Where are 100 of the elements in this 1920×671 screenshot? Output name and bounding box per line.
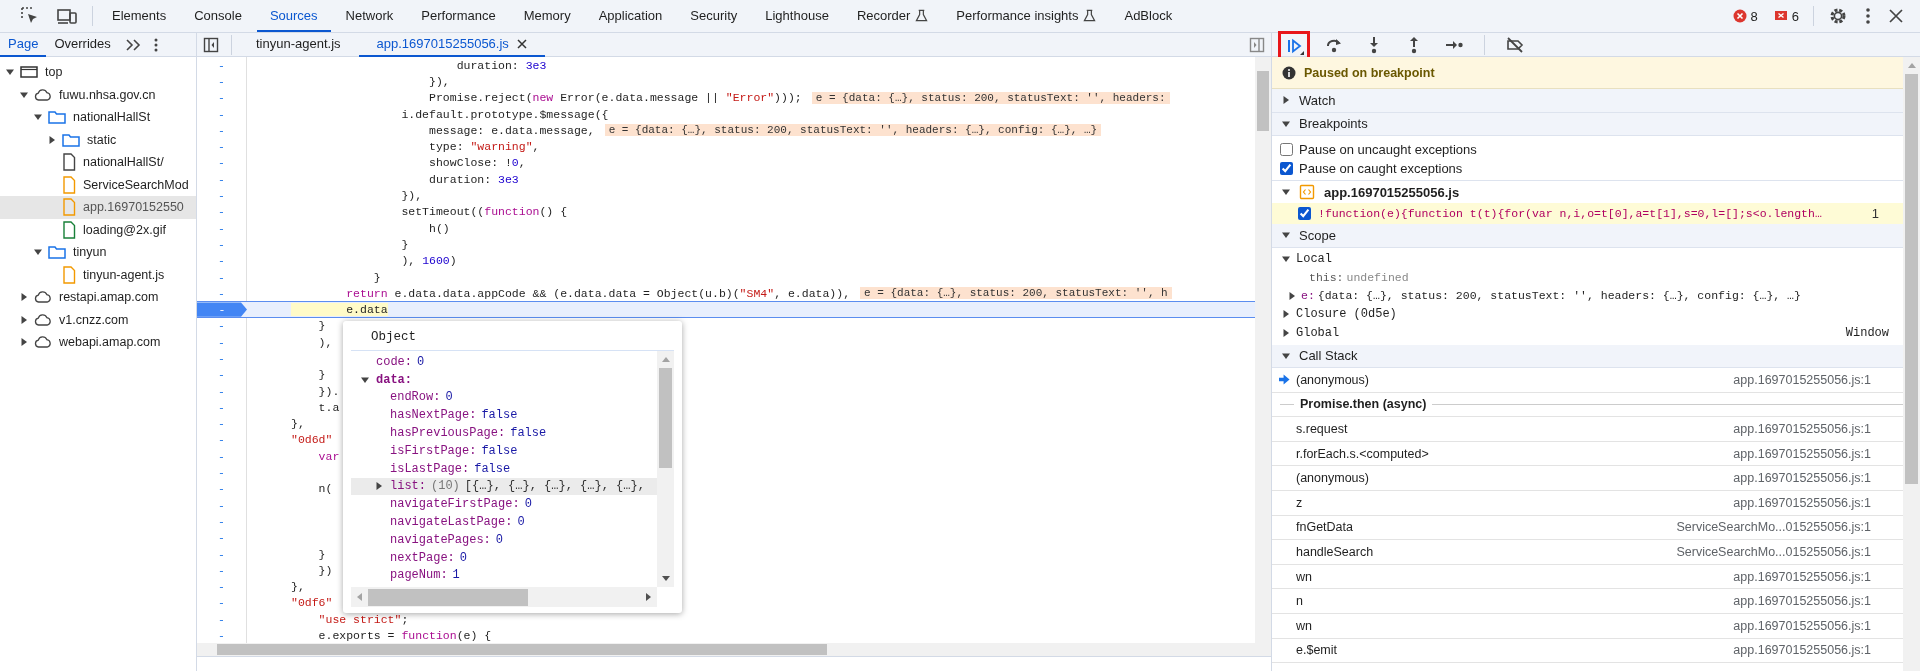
line-number[interactable]: -: [218, 303, 226, 317]
line-number[interactable]: -: [218, 270, 225, 284]
disclosure-triangle-icon[interactable]: [1282, 351, 1290, 360]
section-header[interactable]: Watch: [1272, 89, 1903, 113]
error-count[interactable]: 8: [1732, 8, 1758, 24]
frame-location[interactable]: app.1697015255056.js:1: [1733, 569, 1871, 584]
checkbox-label[interactable]: Pause on uncaught exceptions: [1299, 142, 1477, 157]
call-frame[interactable]: (anonymous) app.1697015255056.js:1: [1272, 466, 1903, 491]
tree-item[interactable]: top: [0, 61, 196, 84]
section-header[interactable]: Scope: [1272, 224, 1903, 248]
tree-item[interactable]: nationalHallSt/: [0, 151, 196, 174]
line-number[interactable]: -: [218, 286, 225, 300]
line-number[interactable]: -: [218, 221, 225, 235]
tree-item[interactable]: v1.cnzz.com: [0, 308, 196, 331]
disclosure-triangle-icon[interactable]: [1282, 188, 1290, 196]
line-number[interactable]: -: [218, 417, 225, 431]
tree-item[interactable]: fuwu.nhsa.gov.cn: [0, 83, 196, 106]
device-icon[interactable]: [56, 6, 78, 26]
tree-item[interactable]: loading@2x.gif: [0, 218, 196, 241]
chevrons-icon[interactable]: [124, 38, 141, 51]
disclosure-triangle-icon[interactable]: [1282, 329, 1290, 337]
disclosure-triangle-icon[interactable]: [6, 68, 14, 77]
line-number[interactable]: -: [218, 580, 225, 594]
call-frame[interactable]: wn app.1697015255056.js:1: [1272, 564, 1903, 590]
panel-tab[interactable]: Console: [181, 0, 255, 32]
call-frame[interactable]: z app.1697015255056.js:1: [1272, 490, 1903, 516]
frame-location[interactable]: app.1697015255056.js:1: [1733, 422, 1871, 436]
call-frame[interactable]: (anonymous) app.1697015255056.js:1: [1272, 368, 1903, 393]
disclosure-triangle-icon[interactable]: [20, 338, 28, 347]
tree-item[interactable]: tinyun: [0, 241, 196, 264]
line-number[interactable]: -: [218, 335, 225, 349]
tree-item[interactable]: static: [0, 128, 196, 151]
panel-tab[interactable]: Performance: [408, 0, 509, 32]
sidebar-toggle-icon[interactable]: [203, 36, 219, 53]
disclosure-triangle-icon[interactable]: [375, 482, 383, 491]
panel-tab[interactable]: Recorder: [843, 0, 942, 32]
line-number[interactable]: -: [218, 498, 225, 512]
line-number[interactable]: -: [218, 91, 225, 105]
line-number[interactable]: -: [218, 254, 225, 268]
panel-tab[interactable]: Elements: [99, 0, 180, 32]
file-tab[interactable]: tinyun-agent.js: [238, 32, 359, 57]
frame-location[interactable]: app.1697015255056.js:1: [1733, 495, 1871, 510]
line-number[interactable]: -: [218, 352, 225, 365]
line-number[interactable]: -: [218, 58, 225, 72]
panel-tab[interactable]: Memory: [510, 0, 584, 32]
line-number[interactable]: -: [218, 384, 225, 398]
scrollbar[interactable]: [197, 643, 1271, 656]
line-number[interactable]: -: [218, 531, 225, 545]
call-frame[interactable]: e.$emit app.1697015255056.js:1: [1272, 638, 1903, 664]
disclosure-triangle-icon[interactable]: [34, 248, 42, 257]
scope-row[interactable]: Closure (0d5e): [1272, 304, 1903, 324]
tree-item[interactable]: webapi.amap.com: [0, 331, 196, 354]
settings-icon[interactable]: [1828, 6, 1848, 26]
tree-item[interactable]: ServiceSearchMod: [0, 173, 196, 196]
tree-item[interactable]: app.16970152550: [0, 196, 196, 219]
frame-location[interactable]: ServiceSearchMo...015255056.js:1: [1676, 520, 1871, 535]
checkbox[interactable]: [1298, 207, 1311, 220]
panel-tab[interactable]: Application: [585, 0, 676, 32]
disclosure-triangle-icon[interactable]: [1288, 291, 1296, 300]
call-frame[interactable]: n app.1697015255056.js:1: [1272, 589, 1903, 614]
frame-location[interactable]: app.1697015255056.js:1: [1733, 471, 1871, 486]
frame-location[interactable]: app.1697015255056.js:1: [1733, 446, 1871, 461]
tree-item[interactable]: nationalHallSt: [0, 106, 196, 129]
disclosure-triangle-icon[interactable]: [361, 375, 369, 384]
frame-location[interactable]: app.1697015255056.js:1: [1733, 372, 1871, 387]
line-number[interactable]: -: [218, 319, 225, 333]
line-number[interactable]: -: [218, 449, 225, 463]
navigator-tab[interactable]: Page: [0, 32, 47, 57]
line-number[interactable]: -: [218, 596, 225, 610]
panel-tab[interactable]: Lighthouse: [752, 0, 842, 32]
call-frame[interactable]: r.forEach.s.<computed> app.1697015255056.js:1: [1272, 441, 1903, 467]
line-number[interactable]: -: [218, 612, 225, 626]
scope-row[interactable]: Global Window: [1272, 323, 1903, 343]
line-number[interactable]: -: [218, 123, 225, 137]
panel-tab[interactable]: Security: [677, 0, 751, 32]
disclosure-triangle-icon[interactable]: [1282, 310, 1290, 318]
checkbox-label[interactable]: Pause on caught exceptions: [1299, 161, 1463, 176]
line-number[interactable]: -: [218, 74, 225, 88]
panel-tab[interactable]: AdBlock: [1111, 0, 1186, 32]
call-frame[interactable]: s.request app.1697015255056.js:1: [1272, 417, 1903, 442]
line-number[interactable]: -: [218, 368, 225, 382]
line-number[interactable]: -: [218, 547, 225, 561]
issue-count[interactable]: 6: [1773, 8, 1799, 24]
disclosure-triangle-icon[interactable]: [20, 293, 28, 302]
line-number[interactable]: -: [218, 189, 225, 202]
section-header[interactable]: Breakpoints: [1272, 112, 1903, 136]
navigator-tab[interactable]: Overrides: [46, 32, 119, 57]
line-number[interactable]: -: [218, 107, 225, 121]
section-header[interactable]: Call Stack: [1272, 344, 1903, 368]
line-number[interactable]: -: [218, 140, 225, 154]
breakpoint-code[interactable]: !function(e){function t(t){for(var n,i,o=t[0],a=t[1],s=0,l=[];s<o.length…: [1318, 207, 1865, 220]
disclosure-triangle-icon[interactable]: [1282, 231, 1290, 240]
disclosure-triangle-icon[interactable]: [1282, 119, 1290, 128]
file-name[interactable]: app.1697015255056.js: [1324, 184, 1460, 200]
line-number[interactable]: -: [218, 205, 225, 219]
line-number[interactable]: -: [218, 563, 225, 577]
checkbox[interactable]: [1280, 143, 1293, 156]
disclosure-triangle-icon[interactable]: [1282, 96, 1290, 105]
file-tab[interactable]: app.1697015255056.js: [358, 32, 545, 57]
scrollbar[interactable]: [657, 351, 674, 587]
